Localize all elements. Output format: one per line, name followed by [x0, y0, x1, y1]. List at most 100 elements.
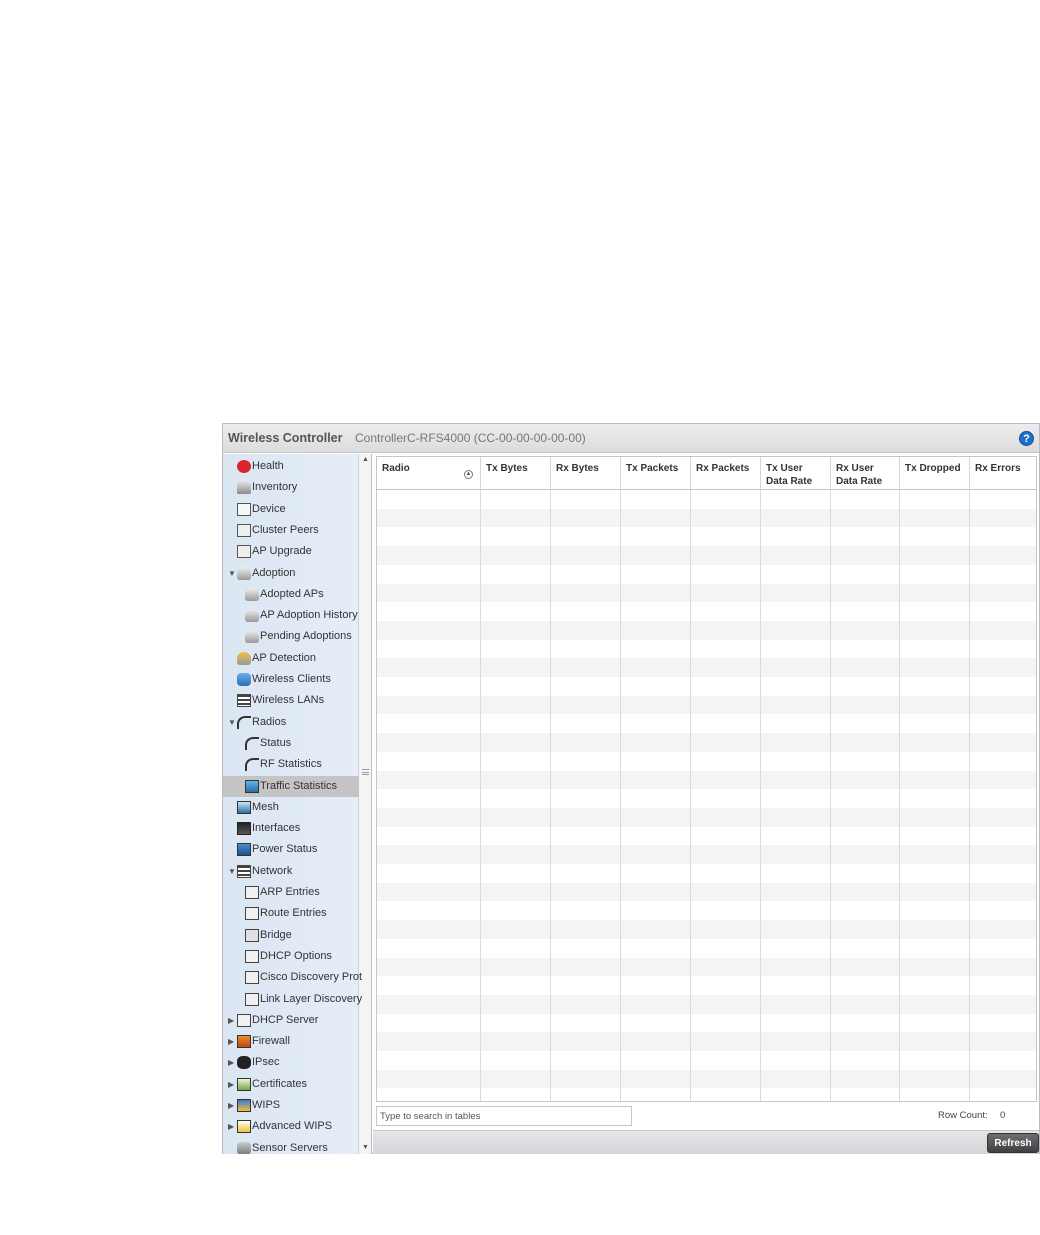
sidebar-item-traffic-statistics[interactable]: Traffic Statistics	[223, 776, 359, 797]
empty-table-row	[377, 752, 1036, 771]
sidebar-scrollbar[interactable]: ▲ ▼	[358, 454, 371, 1154]
table-search-input[interactable]	[376, 1106, 632, 1126]
sidebar-item-label: RF Statistics	[260, 758, 322, 770]
scroll-down-icon[interactable]: ▼	[362, 1144, 369, 1151]
empty-table-row	[377, 920, 1036, 939]
sidebar-item-link-layer-discovery[interactable]: Link Layer Discovery	[223, 989, 362, 1010]
interfaces-icon	[237, 822, 251, 835]
column-header-rx-packets[interactable]: Rx Packets	[691, 457, 761, 490]
refresh-button[interactable]: Refresh	[987, 1133, 1039, 1153]
dhcp-server-icon	[237, 1014, 251, 1027]
column-header-tx-dropped[interactable]: Tx Dropped	[900, 457, 970, 490]
column-header-rx-bytes[interactable]: Rx Bytes	[551, 457, 621, 490]
column-header-rx-errors[interactable]: Rx Errors	[970, 457, 1036, 490]
sidebar-item-certificates[interactable]: ▶ Certificates	[223, 1074, 359, 1095]
sidebar-item-label: Health	[252, 460, 284, 472]
sidebar-item-label: Firewall	[252, 1035, 290, 1047]
collapsed-arrow-icon[interactable]: ▶	[228, 1074, 237, 1095]
collapsed-arrow-icon[interactable]: ▶	[228, 1010, 237, 1031]
sidebar-item-ipsec[interactable]: ▶ IPsec	[223, 1052, 359, 1073]
sidebar-item-cluster-peers[interactable]: Cluster Peers	[223, 520, 359, 541]
column-divider	[830, 490, 831, 1101]
empty-table-row	[377, 994, 1036, 1014]
sidebar-item-sensor-servers[interactable]: Sensor Servers	[223, 1138, 359, 1154]
empty-table-row	[377, 508, 1036, 528]
column-header-tx-packets[interactable]: Tx Packets	[621, 457, 691, 490]
help-icon[interactable]: ?	[1019, 431, 1034, 446]
column-header-rx-user-data-rate[interactable]: Rx User Data Rate	[831, 457, 900, 490]
dhcp-options-icon	[245, 950, 259, 963]
adoption-history-icon	[245, 609, 259, 622]
sidebar-item-ap-detection[interactable]: AP Detection	[223, 648, 359, 669]
column-header-tx-user-data-rate[interactable]: Tx User Data Rate	[761, 457, 831, 490]
empty-table-row	[377, 714, 1036, 733]
sidebar-item-arp-entries[interactable]: ARP Entries	[223, 882, 359, 903]
sidebar-item-label: Status	[260, 737, 292, 749]
collapsed-arrow-icon[interactable]: ▶	[228, 1031, 237, 1052]
ap-detection-icon	[237, 652, 251, 665]
sidebar-item-label: DHCP Options	[260, 950, 332, 962]
sidebar-item-label: Sensor Servers	[252, 1142, 328, 1154]
empty-table-row	[377, 939, 1036, 958]
empty-table-row	[377, 1032, 1036, 1051]
health-icon	[237, 460, 251, 473]
wireless-lans-icon	[237, 694, 251, 707]
expanded-arrow-icon[interactable]: ▼	[228, 861, 237, 882]
empty-table-row	[377, 546, 1036, 565]
sidebar-item-device[interactable]: Device	[223, 499, 359, 520]
sidebar-item-bridge[interactable]: Bridge	[223, 925, 359, 946]
sidebar-item-rf-statistics[interactable]: RF Statistics	[223, 754, 359, 775]
link-layer-discovery-icon	[245, 993, 259, 1006]
column-divider	[550, 490, 551, 1101]
collapsed-arrow-icon[interactable]: ▶	[228, 1052, 237, 1073]
sidebar-item-route-entries[interactable]: Route Entries	[223, 903, 359, 924]
sidebar-item-firewall[interactable]: ▶ Firewall	[223, 1031, 359, 1052]
sidebar-item-label: Wireless Clients	[252, 673, 331, 685]
sidebar-item-pending-adoptions[interactable]: Pending Adoptions	[223, 626, 359, 647]
sidebar-item-advanced-wips[interactable]: ▶ Advanced WIPS	[223, 1116, 359, 1137]
column-header-label: Tx Bytes	[486, 463, 528, 474]
sidebar-item-radios[interactable]: ▼ Radios	[223, 712, 359, 733]
sidebar-item-label: Pending Adoptions	[260, 630, 352, 642]
sidebar-item-inventory[interactable]: Inventory	[223, 477, 359, 498]
column-divider	[899, 490, 900, 1101]
column-header-radio[interactable]: Radio ▲	[377, 457, 481, 490]
collapsed-arrow-icon[interactable]: ▶	[228, 1095, 237, 1116]
wireless-controller-panel: Wireless Controller ControllerC-RFS4000 …	[222, 423, 1040, 1154]
sidebar-item-status[interactable]: Status	[223, 733, 359, 754]
sidebar-item-network[interactable]: ▼ Network	[223, 861, 359, 882]
sidebar-item-label: DHCP Server	[252, 1014, 319, 1026]
sidebar-item-mesh[interactable]: Mesh	[223, 797, 359, 818]
power-status-icon	[237, 843, 251, 856]
column-divider	[760, 490, 761, 1101]
sidebar-item-wips[interactable]: ▶ WIPS	[223, 1095, 359, 1116]
collapsed-arrow-icon[interactable]: ▶	[228, 1116, 237, 1137]
sidebar-item-ap-upgrade[interactable]: AP Upgrade	[223, 541, 359, 562]
sidebar-item-cisco-discovery-prot[interactable]: Cisco Discovery Prot	[223, 967, 362, 988]
sidebar-item-dhcp-options[interactable]: DHCP Options	[223, 946, 359, 967]
empty-table-row	[377, 695, 1036, 715]
sidebar-item-wireless-clients[interactable]: Wireless Clients	[223, 669, 359, 690]
sidebar-nav: ▲ ▼ Health Inventory Device Cluster Peers AP…	[223, 454, 372, 1154]
sidebar-item-label: Device	[252, 503, 286, 515]
empty-table-row	[377, 677, 1036, 696]
sidebar-item-dhcp-server[interactable]: ▶ DHCP Server	[223, 1010, 359, 1031]
sidebar-item-power-status[interactable]: Power Status	[223, 839, 359, 860]
sidebar-item-adoption[interactable]: ▼ Adoption	[223, 563, 359, 584]
column-header-tx-bytes[interactable]: Tx Bytes	[481, 457, 551, 490]
sidebar-item-label: Power Status	[252, 843, 318, 855]
sidebar-item-interfaces[interactable]: Interfaces	[223, 818, 359, 839]
expanded-arrow-icon[interactable]: ▼	[228, 563, 237, 584]
expanded-arrow-icon[interactable]: ▼	[228, 712, 237, 733]
scroll-up-icon[interactable]: ▲	[362, 456, 369, 463]
column-header-label: Rx User Data Rate	[836, 463, 883, 487]
sidebar-item-label: Route Entries	[260, 907, 327, 919]
scroll-grip-icon[interactable]	[362, 769, 369, 775]
sidebar-item-adopted-aps[interactable]: Adopted APs	[223, 584, 359, 605]
sort-ascending-icon[interactable]: ▲	[464, 470, 473, 479]
sidebar-item-wireless-lans[interactable]: Wireless LANs	[223, 690, 359, 711]
inventory-icon	[237, 481, 251, 494]
sidebar-item-health[interactable]: Health	[223, 456, 359, 477]
sidebar-item-ap-adoption-history[interactable]: AP Adoption History	[223, 605, 359, 626]
empty-table-row	[377, 583, 1036, 603]
